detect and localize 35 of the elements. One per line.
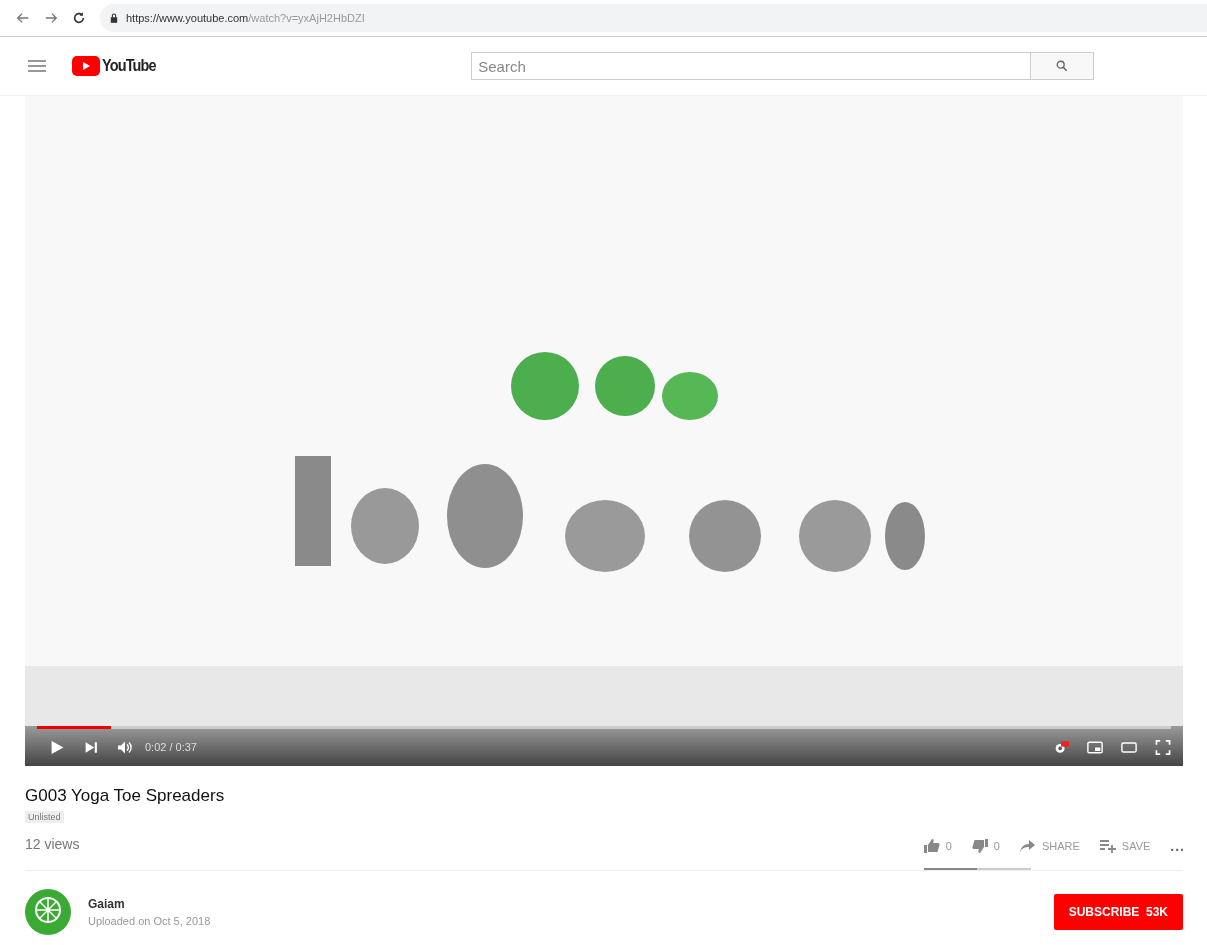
next-icon[interactable]: [83, 739, 99, 755]
thumbs-up-icon: [923, 839, 940, 853]
dislike-button[interactable]: 0: [971, 839, 1000, 853]
share-arrow-icon: [1019, 839, 1036, 853]
fullscreen-icon[interactable]: [1155, 739, 1171, 755]
thumbs-down-icon: [971, 839, 988, 853]
logo-text[interactable]: YouTube: [102, 56, 156, 76]
menu-icon[interactable]: [28, 59, 46, 73]
playlist-add-icon: [1099, 839, 1116, 853]
search-icon: [1056, 60, 1069, 72]
forward-icon[interactable]: [44, 11, 58, 25]
settings-icon[interactable]: [1053, 739, 1069, 755]
time-display: 0:02 / 0:37: [145, 741, 197, 753]
view-count: 12 views: [25, 836, 80, 854]
theater-icon[interactable]: [1121, 739, 1137, 755]
search-field[interactable]: Search: [471, 52, 1032, 80]
more-button[interactable]: ...: [1170, 838, 1185, 854]
video-title: G003 Yoga Toe Spreaders: [25, 786, 226, 806]
share-button[interactable]: SHARE: [1019, 839, 1080, 853]
progress-track[interactable]: [37, 726, 1171, 729]
save-button[interactable]: SAVE: [1099, 839, 1151, 853]
miniplayer-icon[interactable]: [1087, 739, 1103, 755]
channel-name[interactable]: Gaiam: [88, 897, 211, 911]
volume-icon[interactable]: [117, 739, 133, 755]
reload-icon[interactable]: [72, 11, 86, 25]
back-icon[interactable]: [16, 11, 30, 25]
lock-icon: [110, 13, 118, 23]
upload-date: Uploaded on Oct 5, 2018: [88, 915, 211, 927]
address-bar[interactable]: https://www.youtube.com/watch?v=yxAjH2HbDZI: [100, 4, 1207, 32]
play-icon[interactable]: [49, 739, 65, 755]
play-logo-icon[interactable]: [72, 56, 100, 76]
channel-avatar[interactable]: [25, 889, 71, 935]
like-button[interactable]: 0: [923, 839, 952, 853]
unlisted-badge: Unlisted: [25, 811, 64, 823]
subscribe-button[interactable]: SUBSCRIBE 53K: [1053, 894, 1183, 930]
